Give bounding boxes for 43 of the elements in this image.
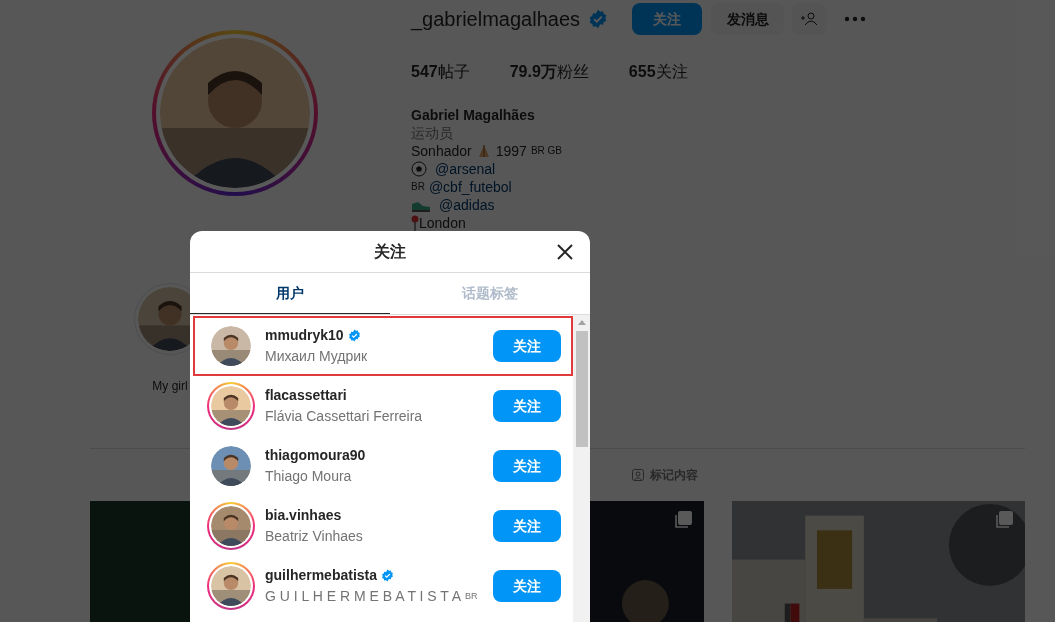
bio-link[interactable]: @cbf_futebol [428, 178, 512, 196]
dialog-tab[interactable]: 话题标签 [390, 273, 590, 314]
dialog-title: 关注 [374, 241, 406, 262]
multiple-photos-icon [674, 511, 692, 529]
scrollbar[interactable] [573, 315, 590, 622]
flag-text: BR [411, 180, 425, 194]
user-name[interactable]: flacassettari [265, 385, 347, 406]
flag-text: BR GB [530, 144, 562, 158]
user-full-name: Flávia Cassettari Ferreira [265, 407, 423, 426]
follow-button[interactable]: 关注 [493, 390, 561, 422]
bio-link[interactable]: @arsenal [435, 160, 496, 178]
user-row[interactable]: flacassettari Flávia Cassettari Ferreira 关注 [193, 376, 573, 436]
tagged-person-icon [632, 469, 644, 481]
user-avatar[interactable] [207, 382, 255, 430]
user-full-name: Thiago Moura [265, 467, 352, 486]
user-name[interactable]: mmudryk10 [265, 325, 344, 346]
follow-button[interactable]: 关注 [493, 450, 561, 482]
follow-button[interactable]: 关注 [632, 3, 702, 35]
follow-button[interactable]: 关注 [493, 570, 561, 602]
dialog-tab[interactable]: 用户 [190, 273, 390, 314]
user-name[interactable]: thiagomoura90 [265, 445, 366, 466]
bio-text: 1997 [495, 142, 527, 160]
highlight-label: My girl [152, 378, 188, 395]
bio-text: London [419, 214, 466, 232]
profile-stat[interactable]: 79.9万粉丝 [509, 60, 589, 84]
multiple-photos-icon [995, 511, 1013, 529]
bio-link[interactable]: @adidas [439, 196, 495, 214]
more-options-icon[interactable] [844, 16, 866, 22]
soccer-ball-icon [411, 161, 427, 177]
follow-button[interactable]: 关注 [493, 330, 561, 362]
profile-stat[interactable]: 655关注 [628, 60, 688, 84]
flag-text: BR [465, 589, 478, 603]
bio-text: Sonhador [411, 142, 472, 160]
user-full-name: Михаил Мудрик [265, 347, 368, 366]
profile-username: _gabrielmagalhaes [411, 7, 580, 33]
profile-stat[interactable]: 547帖子 [411, 60, 470, 84]
pushpin-icon [411, 215, 419, 231]
follow-button[interactable]: 关注 [493, 510, 561, 542]
add-person-icon [800, 12, 818, 26]
profile-name: Gabriel Magalhães [411, 106, 536, 124]
user-row[interactable]: mmudryk10 Михаил Мудрик 关注 [193, 316, 573, 376]
close-icon[interactable] [557, 244, 573, 260]
user-row[interactable]: thiagomoura90 Thiago Moura 关注 [193, 436, 573, 496]
